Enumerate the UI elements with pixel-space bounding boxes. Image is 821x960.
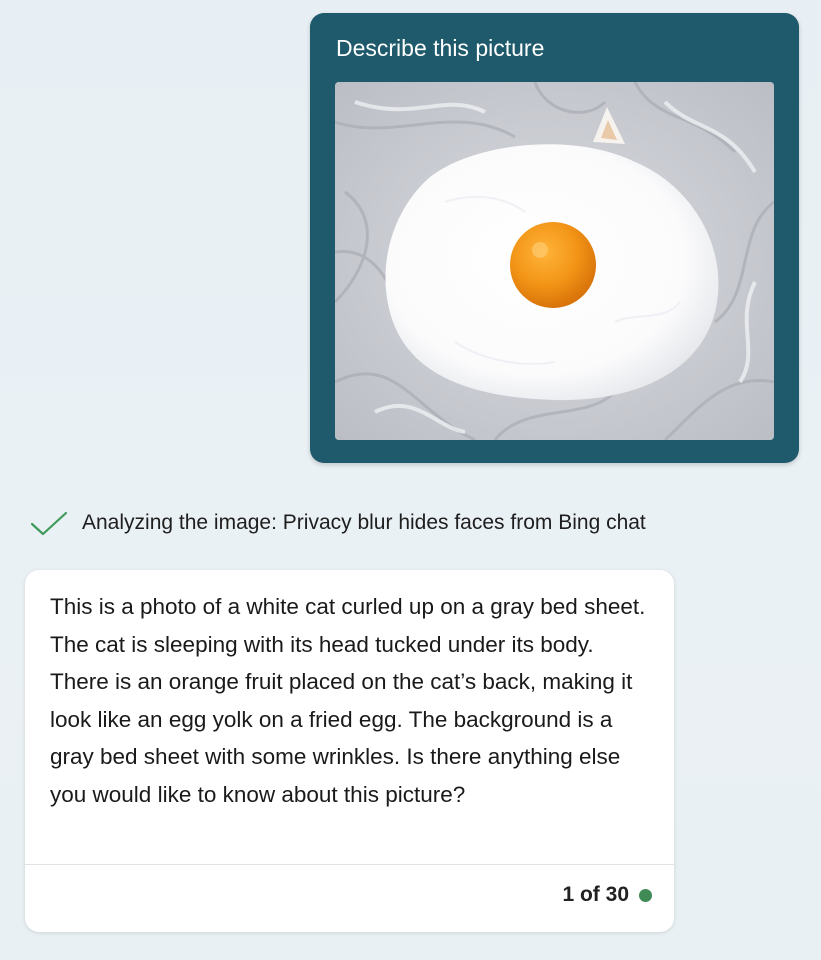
status-dot-icon — [639, 888, 652, 902]
bot-response-text: This is a photo of a white cat curled up… — [50, 594, 646, 807]
user-message-bubble: Describe this picture — [310, 13, 799, 463]
counter-text: 1 of 30 — [562, 883, 629, 906]
response-counter: 1 of 30 — [562, 883, 652, 907]
user-message-text: Describe this picture — [336, 35, 545, 61]
bot-response-card: This is a photo of a white cat curled up… — [25, 570, 674, 932]
check-icon — [30, 511, 68, 536]
card-divider — [25, 864, 674, 865]
analysis-status: Analyzing the image: Privacy blur hides … — [30, 508, 790, 540]
status-text: Analyzing the image: Privacy blur hides … — [82, 511, 646, 534]
attached-image[interactable] — [335, 82, 774, 440]
